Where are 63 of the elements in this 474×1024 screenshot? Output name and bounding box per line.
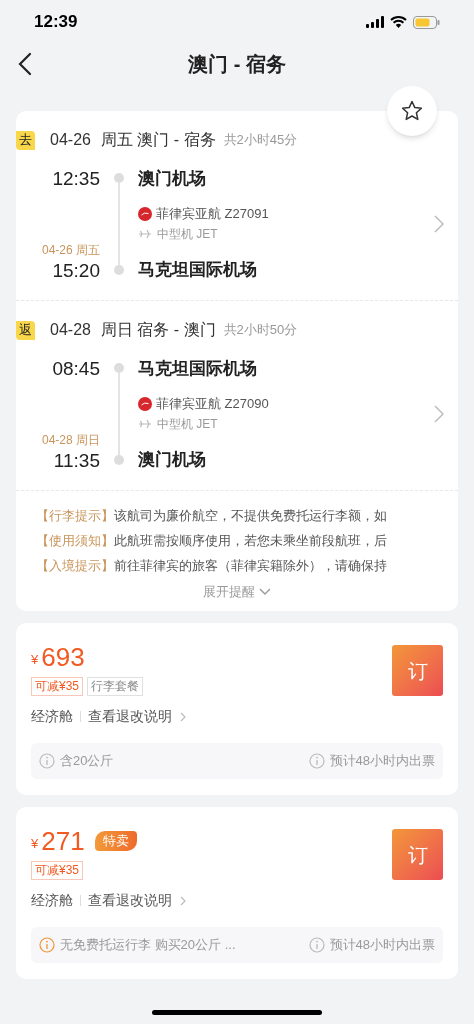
page-title: 澳门 - 宿务 xyxy=(188,52,286,77)
notice-label: 【使用须知】 xyxy=(36,532,114,550)
plane-icon xyxy=(138,228,153,240)
chevron-right-icon xyxy=(434,405,444,423)
baggage-info: 含20公斤 xyxy=(60,752,114,771)
flight-detail-link[interactable]: 菲律宾亚航 Z27091 中型机 JET xyxy=(138,204,458,244)
airline-flight: 菲律宾亚航 Z27090 xyxy=(156,395,269,413)
battery-icon xyxy=(413,15,440,29)
flight-detail-link[interactable]: 菲律宾亚航 Z27090 中型机 JET xyxy=(138,394,458,434)
arrival-date: 04-28 周日 xyxy=(41,432,100,448)
back-icon[interactable] xyxy=(18,52,32,76)
notice-text: 该航司为廉价航空，不提供免费托运行李额，如 xyxy=(114,507,387,525)
trip-tag: 去 xyxy=(16,130,35,150)
discount-tag: 可减¥35 xyxy=(31,677,84,696)
notice-label: 【行李提示】 xyxy=(36,507,114,525)
aircraft-type: 中型机 JET xyxy=(157,416,218,433)
arrival-airport: 马克坦国际机场 xyxy=(138,259,258,281)
chevron-right-icon xyxy=(180,895,186,906)
leg-route: 周日 宿务 - 澳门 xyxy=(100,320,216,340)
plane-icon xyxy=(138,418,153,430)
leg-route: 周五 澳门 - 宿务 xyxy=(100,130,216,150)
departure-airport: 马克坦国际机场 xyxy=(138,358,258,380)
notice-label: 【入境提示】 xyxy=(36,557,114,575)
info-icon xyxy=(308,937,325,953)
arrival-time: 11:35 xyxy=(53,449,100,473)
notice-text: 前往菲律宾的旅客（菲律宾籍除外），请确保持 xyxy=(114,557,387,575)
cabin-class: 经济舱 xyxy=(31,707,73,726)
leg-duration: 共2小时50分 xyxy=(223,321,298,340)
fare-price: 693 xyxy=(41,641,85,673)
chevron-right-icon xyxy=(434,215,444,233)
wifi-icon xyxy=(390,16,407,28)
status-time: 12:39 xyxy=(34,11,78,34)
signal-icon xyxy=(366,16,384,28)
departure-time: 08:45 xyxy=(52,357,100,381)
trip-tag: 返 xyxy=(16,320,35,340)
aircraft-type: 中型机 JET xyxy=(157,226,218,243)
ticketing-time: 预计48小时内出票 xyxy=(329,936,435,955)
refund-rules-link[interactable]: 查看退改说明 xyxy=(88,706,186,727)
baggage-info: 无免费托运行李 购买20公斤 ... xyxy=(60,936,236,955)
chevron-down-icon xyxy=(259,588,271,596)
arrival-time: 15:20 xyxy=(52,259,100,283)
departure-time: 12:35 xyxy=(52,167,100,191)
leg-duration: 共2小时45分 xyxy=(223,131,298,150)
chevron-right-icon xyxy=(180,711,186,722)
notice-text: 此航班需按顺序使用，若您未乘坐前段航班，后 xyxy=(114,532,387,550)
airline-flight: 菲律宾亚航 Z27091 xyxy=(156,205,269,223)
currency-symbol: ¥ xyxy=(31,651,39,670)
arrival-airport: 澳门机场 xyxy=(138,449,207,471)
cabin-class: 经济舱 xyxy=(31,891,73,910)
currency-symbol: ¥ xyxy=(31,835,39,854)
airline-logo-icon xyxy=(138,207,152,221)
refund-rules-link[interactable]: 查看退改说明 xyxy=(88,890,186,911)
leg-date: 04-26 xyxy=(50,130,91,150)
fare-price: 271 xyxy=(41,825,85,857)
leg-date: 04-28 xyxy=(50,320,91,340)
info-icon xyxy=(308,753,325,769)
ticketing-time: 预计48小时内出票 xyxy=(329,752,435,771)
airline-logo-icon xyxy=(138,397,152,411)
discount-tag: 可减¥35 xyxy=(31,861,84,880)
package-tag: 行李套餐 xyxy=(87,677,144,696)
special-offer-badge: 特卖 xyxy=(94,831,137,851)
departure-airport: 澳门机场 xyxy=(138,168,207,190)
arrival-date: 04-26 周五 xyxy=(41,242,100,258)
